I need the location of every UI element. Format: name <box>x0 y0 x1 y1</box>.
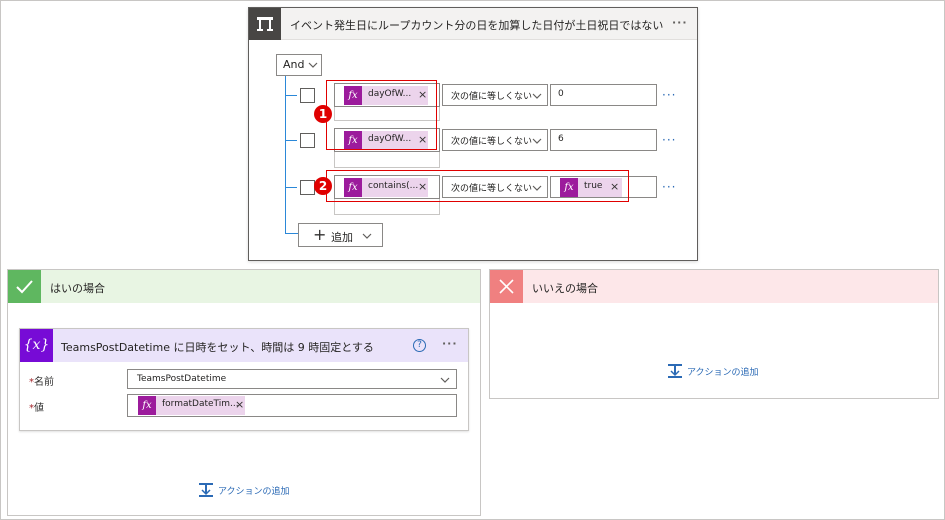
tree-branch <box>285 95 297 96</box>
tree-branch <box>285 233 298 234</box>
value-expression-token[interactable]: fx formatDateTim... × <box>138 396 245 415</box>
row2-more-icon[interactable]: ··· <box>662 133 676 147</box>
chevron-down-icon <box>308 62 318 68</box>
add-condition-button[interactable]: + 追加 <box>298 223 383 247</box>
close-icon <box>490 270 523 303</box>
row1-value-input[interactable]: 0 <box>550 84 657 106</box>
group-operator-select[interactable]: And <box>276 54 322 76</box>
add-action-icon <box>199 483 213 497</box>
group-operator-label: And <box>283 58 305 71</box>
value-token-label: formatDateTim... <box>162 399 239 409</box>
no-branch-header[interactable]: いいえの場合 <box>490 270 938 303</box>
row2-checkbox[interactable] <box>300 133 315 148</box>
set-variable-more-icon[interactable]: ··· <box>442 337 458 350</box>
no-branch: いいえの場合 <box>489 269 939 399</box>
set-variable-header[interactable]: {x} TeamsPostDatetime に日時をセット、時間は 9 時固定と… <box>20 329 468 362</box>
row3-more-icon[interactable]: ··· <box>662 180 676 194</box>
no-branch-title: いいえの場合 <box>532 282 598 295</box>
variable-icon: {x} <box>20 329 53 362</box>
set-variable-title: TeamsPostDatetime に日時をセット、時間は 9 時固定とする <box>61 341 374 354</box>
row2-value: 6 <box>558 134 564 144</box>
chevron-down-icon <box>532 93 542 99</box>
row1-value: 0 <box>558 89 564 99</box>
row3-checkbox[interactable] <box>300 180 315 195</box>
plus-icon: + <box>313 225 327 244</box>
name-select[interactable]: TeamsPostDatetime <box>127 369 457 389</box>
yes-branch-header[interactable]: はいの場合 <box>8 270 480 303</box>
yes-branch-title: はいの場合 <box>50 282 105 295</box>
row2-field-shadow <box>334 152 440 168</box>
row2-operator-label: 次の値に等しくない <box>451 137 533 147</box>
annotation-box-2 <box>326 170 629 202</box>
tree-branch <box>285 187 297 188</box>
fx-icon: fx <box>138 396 156 415</box>
name-label: *名前 <box>29 377 54 388</box>
row2-operator-select[interactable]: 次の値に等しくない <box>442 129 548 151</box>
annotation-badge-1: 1 <box>314 105 332 123</box>
condition-title: イベント発生日にループカウント分の日を加算した日付が土日祝日ではない <box>290 19 664 32</box>
row1-more-icon[interactable]: ··· <box>662 88 676 102</box>
value-field[interactable]: fx formatDateTim... × <box>127 394 457 417</box>
tree-branch <box>285 140 297 141</box>
condition-header[interactable]: イベント発生日にループカウント分の日を加算した日付が土日祝日ではない ··· <box>249 8 697 40</box>
yes-add-action-link[interactable]: アクションの追加 <box>198 483 308 498</box>
add-action-icon <box>668 364 682 378</box>
no-add-action-link[interactable]: アクションの追加 <box>667 364 777 379</box>
check-icon <box>8 270 41 303</box>
yes-add-action-label: アクションの追加 <box>218 487 290 497</box>
condition-icon <box>249 8 281 40</box>
row1-operator-select[interactable]: 次の値に等しくない <box>442 84 548 106</box>
chevron-down-icon <box>362 233 372 239</box>
row1-checkbox[interactable] <box>300 88 315 103</box>
annotation-box-1 <box>326 80 437 150</box>
row1-operator-label: 次の値に等しくない <box>451 92 533 102</box>
name-value: TeamsPostDatetime <box>137 374 227 384</box>
no-add-action-label: アクションの追加 <box>687 368 759 378</box>
annotation-badge-2: 2 <box>314 177 332 195</box>
value-label: *値 <box>29 403 44 414</box>
condition-more-icon[interactable]: ··· <box>672 16 688 29</box>
chevron-down-icon <box>440 377 450 383</box>
row2-value-input[interactable]: 6 <box>550 129 657 151</box>
tree-line <box>285 76 286 233</box>
help-icon[interactable]: ? <box>413 339 426 352</box>
remove-token-icon[interactable]: × <box>235 398 244 411</box>
chevron-down-icon <box>532 138 542 144</box>
add-condition-label: 追加 <box>331 231 353 244</box>
